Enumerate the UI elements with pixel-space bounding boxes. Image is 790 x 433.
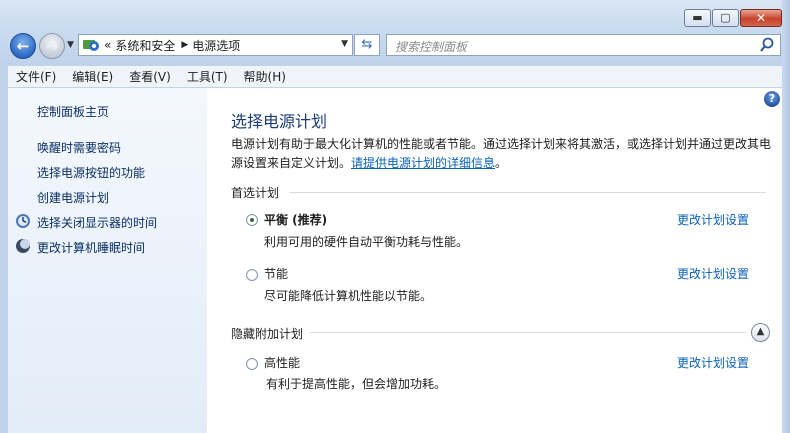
menu-file[interactable]: 文件(F) [8,68,64,85]
plan-saver-change-link[interactable]: 更改计划设置 [677,265,749,282]
minimize-icon: ▬ [692,11,703,24]
search-box[interactable]: 搜索控制面板 [386,34,781,56]
plan-details-link[interactable]: 请提供电源计划的详细信息 [351,156,495,170]
back-button[interactable]: ← [10,33,36,59]
refresh-icon: ⇆ [361,37,373,52]
history-dropdown[interactable]: ▼ [67,40,74,50]
menu-help[interactable]: 帮助(H) [236,68,294,85]
description-end: 。 [495,156,508,170]
plan-high-performance-radio[interactable] [246,358,258,370]
minimize-button[interactable]: ▬ [684,9,711,27]
page-title: 选择电源计划 [231,112,328,131]
page-description: 电源计划有助于最大化计算机的性能或者节能。通过选择计划来将其激活，或选择计划并通… [231,135,776,173]
refresh-button[interactable]: ⇆ [354,34,380,56]
address-dropdown-icon[interactable]: ▼ [341,39,348,49]
menu-tools[interactable]: 工具(T) [179,68,236,85]
sidebar-link-sleep-time[interactable]: 更改计算机睡眠时间 [37,239,145,256]
menu-edit[interactable]: 编辑(E) [64,68,121,85]
arrow-right-icon: → [45,37,59,55]
search-icon[interactable] [758,36,776,54]
plan-balanced-change-link[interactable]: 更改计划设置 [677,211,749,228]
chevron-right-icon[interactable]: ▶ [181,40,188,50]
sidebar-link-create-plan[interactable]: 创建电源计划 [37,189,109,206]
plan-saver-radio[interactable] [246,269,258,281]
breadcrumb-overflow[interactable]: « [104,38,111,52]
search-placeholder[interactable]: 搜索控制面板 [395,38,467,55]
arrow-left-icon: ← [16,37,30,55]
breadcrumb-power-options[interactable]: 电源选项 [192,37,240,54]
close-icon: ✕ [755,11,767,25]
plan-saver-desc: 尽可能降低计算机性能以节能。 [264,289,433,303]
section-divider [310,332,746,333]
menu-view[interactable]: 查看(V) [121,68,179,85]
plan-balanced-name[interactable]: 平衡 (推荐) [264,211,327,228]
hidden-plans-heading: 隐藏附加计划 [231,327,304,341]
forward-button[interactable]: → [39,33,65,59]
control-panel-icon [83,40,99,51]
sidebar-link-wake-password[interactable]: 唤醒时需要密码 [37,139,121,156]
address-bar[interactable]: « 系统和安全 ▶ 电源选项 ▼ [78,34,353,56]
plan-balanced-desc: 利用可用的硬件自动平衡功耗与性能。 [264,235,469,249]
plan-high-performance-desc: 有利于提高性能，但会增加功耗。 [266,377,447,391]
maximize-icon: ▢ [720,11,731,24]
plan-high-performance-name[interactable]: 高性能 [264,354,300,371]
plan-balanced-radio[interactable] [246,214,258,226]
sidebar-link-power-buttons[interactable]: 选择电源按钮的功能 [37,164,145,181]
preferred-plans-heading: 首选计划 [231,186,280,200]
section-divider [289,192,766,193]
breadcrumb-system-security[interactable]: 系统和安全 [115,37,175,54]
sidebar-home-link[interactable]: 控制面板主页 [37,103,109,120]
sidebar-link-display-off[interactable]: 选择关闭显示器的时间 [37,214,157,231]
moon-icon [16,239,30,253]
menu-bar: 文件(F) 编辑(E) 查看(V) 工具(T) 帮助(H) [8,66,782,88]
maximize-button[interactable]: ▢ [712,9,739,27]
chevron-down-icon: ▼ [67,40,74,50]
close-button[interactable]: ✕ [740,9,782,27]
collapse-button[interactable]: ▲ [751,323,770,342]
help-icon[interactable]: ? [764,91,780,107]
plan-saver-name[interactable]: 节能 [264,265,288,282]
chevron-up-icon: ▲ [756,326,765,337]
sidebar: 控制面板主页 唤醒时需要密码 选择电源按钮的功能 创建电源计划 选择关闭显示器的… [8,88,207,433]
window-right-border [782,0,790,433]
plan-high-performance-change-link[interactable]: 更改计划设置 [677,354,749,371]
monitor-icon [16,214,30,228]
